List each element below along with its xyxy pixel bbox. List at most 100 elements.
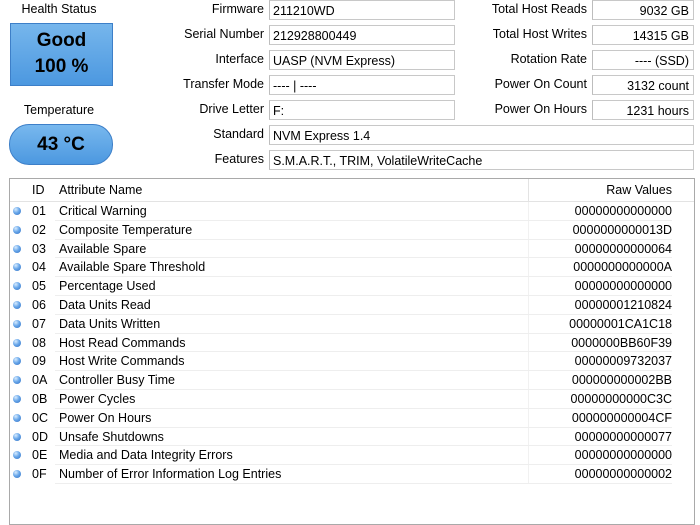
attribute-name: Number of Error Information Log Entries — [59, 467, 282, 482]
attribute-name: Host Write Commands — [59, 354, 185, 369]
temperature-label: Temperature — [23, 103, 95, 117]
status-dot-icon — [13, 207, 21, 215]
attribute-name: Percentage Used — [59, 279, 156, 294]
drive-letter-label: Drive Letter — [199, 102, 264, 116]
attribute-name: Power On Hours — [59, 410, 152, 425]
rotation-rate-label: Rotation Rate — [510, 52, 587, 66]
attribute-name: Host Read Commands — [59, 335, 186, 350]
status-dot-icon — [13, 376, 21, 385]
features-label: Features — [214, 152, 264, 166]
status-dot-icon — [13, 413, 21, 422]
table-row[interactable]: 07 Data Units Written 00000001CA1C18 — [10, 314, 694, 334]
total-host-writes-label: Total Host Writes — [492, 27, 587, 41]
attribute-name: Controller Busy Time — [59, 373, 176, 388]
table-row[interactable]: 0C Power On Hours 000000000004CF — [10, 408, 694, 428]
interface-field: UASP (NVM Express) — [269, 50, 455, 70]
attribute-raw-value: 000000000002BB — [571, 373, 672, 388]
table-row[interactable]: 0F Number of Error Information Log Entrie… — [10, 465, 694, 484]
table-row[interactable]: 02 Composite Temperature 0000000000013D — [10, 220, 694, 240]
attribute-raw-value: 0000000BB60F39 — [571, 335, 672, 350]
table-row[interactable]: 0B Power Cycles 00000000000C3C — [10, 390, 694, 409]
temperature-value: 43 °C — [37, 134, 85, 155]
attribute-raw-value: 00000009732037 — [574, 354, 672, 369]
attribute-raw-value: 00000000000000 — [574, 204, 672, 218]
status-dot-icon — [13, 432, 21, 441]
column-header-attribute-name[interactable]: Attribute Name — [59, 183, 142, 197]
standard-field: NVM Express 1.4 — [269, 125, 694, 145]
drive-letter-field: F: — [269, 100, 455, 120]
attribute-id: 04 — [32, 260, 46, 275]
table-row[interactable]: 03 Available Spare 00000000000064 — [10, 239, 694, 259]
row-divider — [55, 482, 672, 484]
transfer-mode-field: ---- | ---- — [269, 75, 455, 95]
attribute-name: Composite Temperature — [59, 222, 193, 237]
serial-number-label: Serial Number — [184, 27, 264, 41]
table-row[interactable]: 08 Host Read Commands 0000000BB60F39 — [10, 333, 694, 353]
attribute-raw-value: 00000000000064 — [574, 241, 672, 256]
status-dot-icon — [13, 451, 21, 460]
health-status-badge[interactable]: Good 100 % — [10, 23, 113, 86]
attribute-name: Data Units Written — [59, 316, 161, 331]
attribute-raw-value: 00000000000000 — [574, 448, 672, 463]
status-dot-icon — [13, 319, 21, 328]
table-row[interactable]: 0A Controller Busy Time 000000000002BB — [10, 371, 694, 390]
attribute-raw-value: 00000001CA1C18 — [569, 316, 672, 331]
health-status-label: Health Status — [21, 2, 97, 16]
attribute-id: 06 — [32, 298, 46, 312]
attribute-name: Available Spare — [59, 241, 147, 256]
attribute-raw-value: 00000000000002 — [574, 467, 672, 482]
power-on-count-label: Power On Count — [494, 77, 587, 91]
table-row[interactable]: 04 Available Spare Threshold 0000000000000… — [10, 258, 694, 278]
temperature-badge[interactable]: 43 °C — [9, 124, 113, 165]
attribute-raw-value: 0000000000000A — [573, 260, 672, 275]
status-dot-icon — [13, 282, 21, 291]
column-header-raw-values[interactable]: Raw Values — [528, 183, 672, 197]
attribute-id: 0C — [32, 410, 48, 425]
table-row[interactable]: 01 Critical Warning 00000000000000 — [10, 202, 694, 221]
attribute-raw-value: 000000000004CF — [571, 410, 672, 425]
table-row[interactable]: 05 Percentage Used 00000000000000 — [10, 277, 694, 296]
attribute-raw-value: 00000000000077 — [574, 429, 672, 444]
table-row[interactable]: 06 Data Units Read 00000001210824 — [10, 296, 694, 315]
attribute-raw-value: 00000001210824 — [574, 298, 672, 312]
total-host-reads-field: 9032 GB — [592, 0, 694, 20]
attribute-id: 07 — [32, 316, 46, 331]
attribute-id: 0B — [32, 392, 48, 406]
rotation-rate-field: ---- (SSD) — [592, 50, 694, 70]
table-row[interactable]: 09 Host Write Commands 00000009732037 — [10, 352, 694, 372]
attribute-raw-value: 00000000000C3C — [570, 392, 672, 406]
attribute-name: Data Units Read — [59, 298, 151, 312]
attribute-id: 02 — [32, 222, 46, 237]
features-field: S.M.A.R.T., TRIM, VolatileWriteCache — [269, 150, 694, 170]
total-host-reads-label: Total Host Reads — [491, 2, 587, 16]
status-dot-icon — [13, 263, 21, 272]
column-header-id[interactable]: ID — [32, 183, 45, 197]
table-row[interactable]: 0E Media and Data Integrity Errors 0000000… — [10, 446, 694, 466]
attribute-id: 0F — [32, 467, 47, 482]
status-dot-icon — [13, 301, 21, 309]
interface-label: Interface — [215, 52, 264, 66]
attribute-id: 0D — [32, 429, 48, 444]
attribute-name: Power Cycles — [59, 392, 136, 406]
total-host-writes-field: 14315 GB — [592, 25, 694, 45]
table-row[interactable]: 0D Unsafe Shutdowns 00000000000077 — [10, 427, 694, 447]
power-on-hours-label: Power On Hours — [494, 102, 587, 116]
attribute-name: Media and Data Integrity Errors — [59, 448, 233, 463]
transfer-mode-label: Transfer Mode — [183, 77, 264, 91]
status-dot-icon — [13, 225, 21, 234]
attribute-id: 0E — [32, 448, 48, 463]
status-dot-icon — [13, 395, 21, 403]
attribute-id: 08 — [32, 335, 46, 350]
power-on-hours-field: 1231 hours — [592, 100, 694, 120]
health-percent: 100 % — [34, 56, 89, 77]
power-on-count-field: 3132 count — [592, 75, 694, 95]
attribute-id: 03 — [32, 241, 46, 256]
attribute-raw-value: 0000000000013D — [572, 222, 672, 237]
smart-attribute-table[interactable]: ID Attribute Name Raw Values 01 Critical … — [9, 178, 695, 525]
attribute-id: 05 — [32, 279, 46, 294]
attribute-name: Unsafe Shutdowns — [59, 429, 164, 444]
attribute-name: Critical Warning — [59, 204, 147, 218]
attribute-raw-value: 00000000000000 — [574, 279, 672, 294]
attribute-id: 0A — [32, 373, 48, 388]
status-dot-icon — [13, 244, 21, 253]
